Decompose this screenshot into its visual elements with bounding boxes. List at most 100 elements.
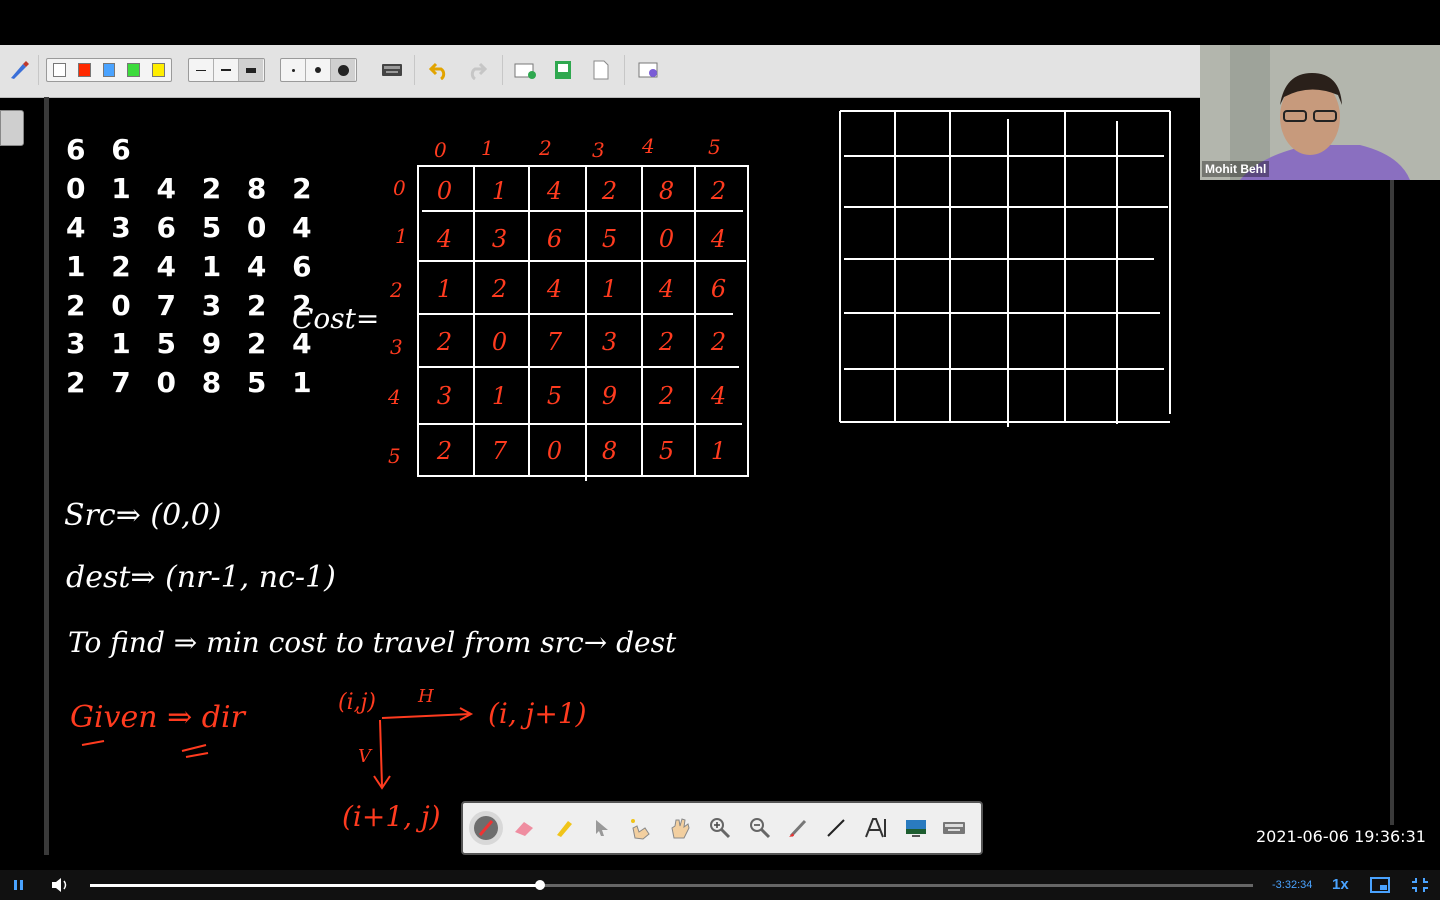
cost-grid: 0 1 4 2 8 2 4 3 6 5 0 4 1 2 4 1 4 6 2 0 … [417, 165, 749, 477]
keyboard-icon[interactable] [379, 58, 405, 82]
picture-in-picture-icon[interactable] [1370, 876, 1390, 894]
volume-icon[interactable] [50, 876, 70, 894]
save-page-icon[interactable] [550, 58, 576, 82]
input-row: 3 1 5 9 2 4 [66, 327, 320, 360]
cost-cell: 0 [436, 177, 453, 205]
input-row: 2 0 7 3 2 2 [66, 289, 320, 322]
board-right-border [1390, 180, 1394, 825]
pointer-icon[interactable] [585, 811, 619, 845]
dot-large-button[interactable] [331, 59, 355, 81]
row-header: 4 [388, 385, 401, 409]
dp-grid [839, 110, 1171, 427]
cost-cell: 8 [601, 437, 618, 465]
side-panel-toggle[interactable] [0, 110, 24, 146]
cost-cell: 4 [546, 275, 563, 303]
cost-label: Cost= [292, 302, 380, 335]
remaining-time: -3:32:34 [1272, 879, 1313, 891]
magic-hand-icon[interactable] [623, 811, 657, 845]
pen-icon[interactable] [469, 811, 503, 845]
cost-cell: 1 [436, 275, 453, 303]
direction-arrows [373, 707, 474, 790]
zoom-in-icon[interactable] [703, 811, 737, 845]
stroke-thin-button[interactable] [189, 59, 214, 81]
find-note: To find ⇒ min cost to travel from src→ d… [68, 626, 677, 659]
row-header: 0 [393, 176, 406, 200]
cost-cell: 7 [491, 437, 508, 465]
undo-icon[interactable] [426, 58, 452, 82]
cost-cell: 1 [601, 275, 618, 303]
row-header: 2 [390, 278, 403, 302]
src-note: Src⇒ (0,0) [64, 498, 222, 533]
keyboard-icon[interactable] [937, 811, 971, 845]
cost-cell: 9 [601, 382, 618, 410]
cost-cell: 1 [710, 437, 727, 465]
cost-cell: 2 [710, 328, 727, 356]
text-icon[interactable] [859, 811, 893, 845]
color-blue-swatch[interactable] [102, 63, 116, 77]
color-yellow-swatch[interactable] [152, 63, 165, 77]
recording-timestamp: 2021-06-06 19:36:31 [1256, 827, 1426, 846]
underline-marks [81, 740, 209, 758]
cost-cell: 4 [436, 225, 453, 253]
dest-note: dest⇒ (nr-1, nc-1) [66, 560, 336, 595]
color-white-swatch[interactable] [53, 63, 66, 77]
redo-icon[interactable] [464, 58, 490, 82]
cost-cell: 5 [546, 382, 563, 410]
cost-cell: 0 [491, 328, 508, 356]
cost-cell: 2 [436, 437, 453, 465]
col-header: 5 [708, 135, 721, 159]
settings-icon[interactable] [636, 58, 662, 82]
zoom-out-icon[interactable] [743, 811, 777, 845]
cost-cell: 2 [658, 382, 675, 410]
cost-cell: 2 [658, 328, 675, 356]
col-header: 1 [481, 136, 494, 160]
whiteboard-toolbar [0, 45, 1200, 98]
pause-icon[interactable] [10, 876, 28, 894]
cost-cell: 4 [546, 177, 563, 205]
stroke-medium-button[interactable] [214, 59, 239, 81]
cost-cell: 3 [601, 328, 618, 356]
color-palette [46, 58, 172, 82]
cost-cell: 4 [710, 382, 727, 410]
cost-cell: 6 [710, 275, 727, 303]
row-header: 5 [388, 444, 401, 468]
input-row: 1 2 4 1 4 6 [66, 250, 320, 283]
cost-cell: 4 [710, 225, 727, 253]
dot-medium-button[interactable] [306, 59, 331, 81]
stroke-thick-button[interactable] [239, 59, 263, 81]
dot-small-button[interactable] [281, 59, 306, 81]
hand-icon[interactable] [663, 811, 697, 845]
cost-cell: 5 [658, 437, 675, 465]
cost-cell: 6 [546, 225, 563, 253]
cost-cell: 1 [491, 177, 508, 205]
input-row: 2 7 0 8 5 1 [66, 366, 320, 399]
eraser-icon[interactable] [507, 811, 541, 845]
row-header: 3 [390, 335, 403, 359]
page-icon[interactable] [588, 58, 614, 82]
cost-cell: 2 [436, 328, 453, 356]
col-header: 4 [642, 134, 655, 158]
brush-icon[interactable] [781, 811, 815, 845]
cost-cell: 7 [546, 328, 563, 356]
node-down: (i+1, j) [342, 800, 441, 833]
speed-button[interactable]: 1x [1332, 876, 1349, 893]
progress-fill [90, 884, 541, 887]
pen-select-icon[interactable] [6, 58, 32, 82]
col-header: 3 [592, 138, 605, 162]
presenter-video [1200, 45, 1440, 180]
cost-cell: 2 [601, 177, 618, 205]
col-header: 0 [434, 138, 447, 162]
screen-icon[interactable] [899, 811, 933, 845]
add-page-icon[interactable] [512, 58, 538, 82]
line-icon[interactable] [819, 811, 853, 845]
cost-cell: 2 [491, 275, 508, 303]
col-header: 2 [539, 136, 552, 160]
color-red-swatch[interactable] [77, 63, 91, 77]
color-green-swatch[interactable] [127, 63, 141, 77]
highlighter-icon[interactable] [547, 811, 581, 845]
exit-fullscreen-icon[interactable] [1410, 876, 1430, 894]
input-row: 4 3 6 5 0 4 [66, 211, 320, 244]
cost-cell: 4 [658, 275, 675, 303]
cost-cell: 3 [436, 382, 453, 410]
row-header: 1 [395, 224, 408, 248]
